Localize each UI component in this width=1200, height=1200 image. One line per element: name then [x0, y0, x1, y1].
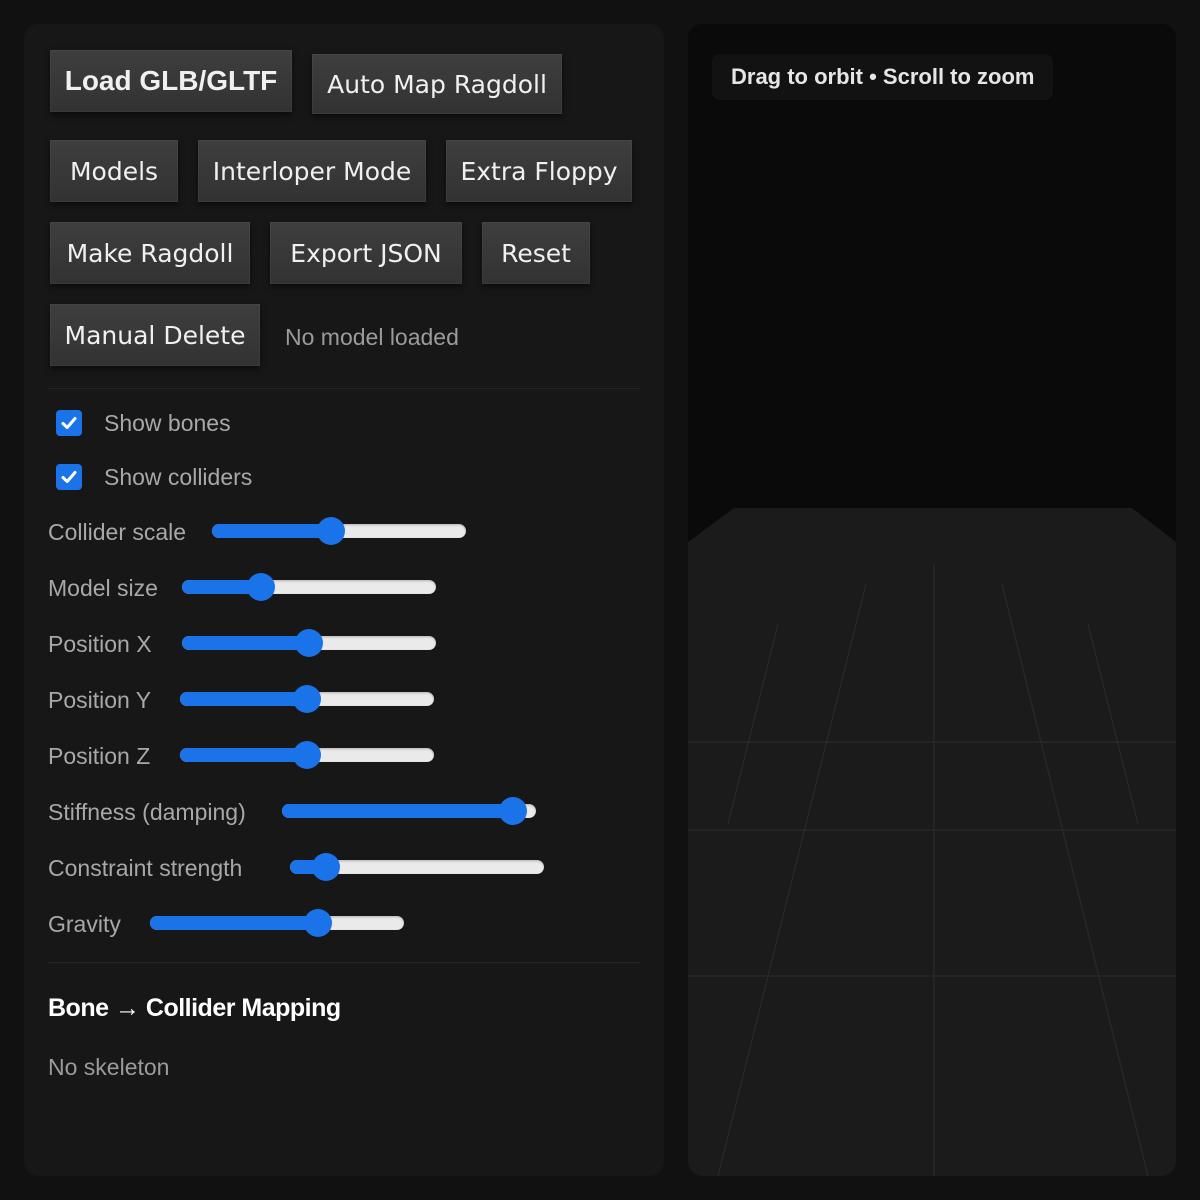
slider-fill [150, 916, 318, 930]
bone-collider-mapping-title: Bone → Collider Mapping [48, 994, 341, 1022]
position-y-label: Position Y [48, 687, 152, 713]
extra-floppy-button[interactable]: Extra Floppy [446, 140, 632, 202]
model-size-slider[interactable] [182, 573, 436, 601]
show-colliders-label: Show colliders [104, 463, 253, 490]
slider-thumb[interactable] [295, 629, 323, 657]
model-status: No model loaded [285, 324, 459, 350]
slider-fill [282, 804, 514, 818]
skeleton-status: No skeleton [48, 1054, 170, 1080]
collider-scale-label: Collider scale [48, 519, 187, 545]
stiffness-label: Stiffness (damping) [48, 799, 246, 825]
position-z-label: Position Z [48, 743, 151, 769]
slider-fill [180, 748, 307, 762]
slider-thumb[interactable] [293, 685, 321, 713]
export-json-button[interactable]: Export JSON [270, 222, 462, 284]
position-y-slider[interactable] [180, 685, 434, 713]
manual-delete-button[interactable]: Manual Delete [50, 304, 260, 366]
checkmark-icon [61, 417, 77, 429]
model-size-label: Model size [48, 575, 158, 601]
slider-thumb[interactable] [293, 741, 321, 769]
slider-thumb[interactable] [303, 909, 332, 937]
show-bones-toggle[interactable]: Show bones [56, 408, 231, 438]
load-glb-button[interactable]: Load GLB/GLTF [50, 50, 292, 112]
slider-fill [180, 692, 307, 706]
gravity-slider[interactable] [150, 909, 404, 937]
models-button[interactable]: Models [50, 140, 178, 202]
position-x-slider[interactable] [182, 629, 436, 657]
show-colliders-toggle[interactable]: Show colliders [56, 462, 252, 492]
3d-viewport[interactable]: Drag to orbit • Scroll to zoom [688, 24, 1176, 1176]
viewport-hint: Drag to orbit • Scroll to zoom [712, 54, 1054, 100]
ground-grid [688, 508, 1176, 1176]
make-ragdoll-button[interactable]: Make Ragdoll [50, 222, 250, 284]
slider-thumb[interactable] [311, 853, 340, 881]
checkmark-icon [61, 471, 77, 483]
collider-scale-slider[interactable] [212, 517, 466, 545]
slider-thumb[interactable] [317, 517, 346, 545]
divider [48, 962, 640, 963]
gravity-label: Gravity [48, 911, 121, 937]
divider [48, 388, 640, 389]
stiffness-slider[interactable] [282, 797, 536, 825]
position-x-label: Position X [48, 631, 152, 657]
interloper-mode-button[interactable]: Interloper Mode [198, 140, 426, 202]
show-bones-label: Show bones [104, 409, 231, 436]
auto-map-ragdoll-button[interactable]: Auto Map Ragdoll [312, 54, 562, 114]
slider-thumb[interactable] [499, 797, 528, 825]
constraint-strength-slider[interactable] [290, 853, 544, 881]
constraint-strength-label: Constraint strength [48, 855, 243, 881]
show-bones-checkbox[interactable] [56, 410, 82, 436]
show-colliders-checkbox[interactable] [56, 464, 82, 490]
reset-button[interactable]: Reset [482, 222, 590, 284]
position-z-slider[interactable] [180, 741, 434, 769]
slider-fill [212, 524, 332, 538]
slider-fill [182, 636, 309, 650]
control-panel: Load GLB/GLTF Auto Map Ragdoll Models In… [24, 24, 664, 1176]
slider-thumb[interactable] [246, 573, 275, 601]
